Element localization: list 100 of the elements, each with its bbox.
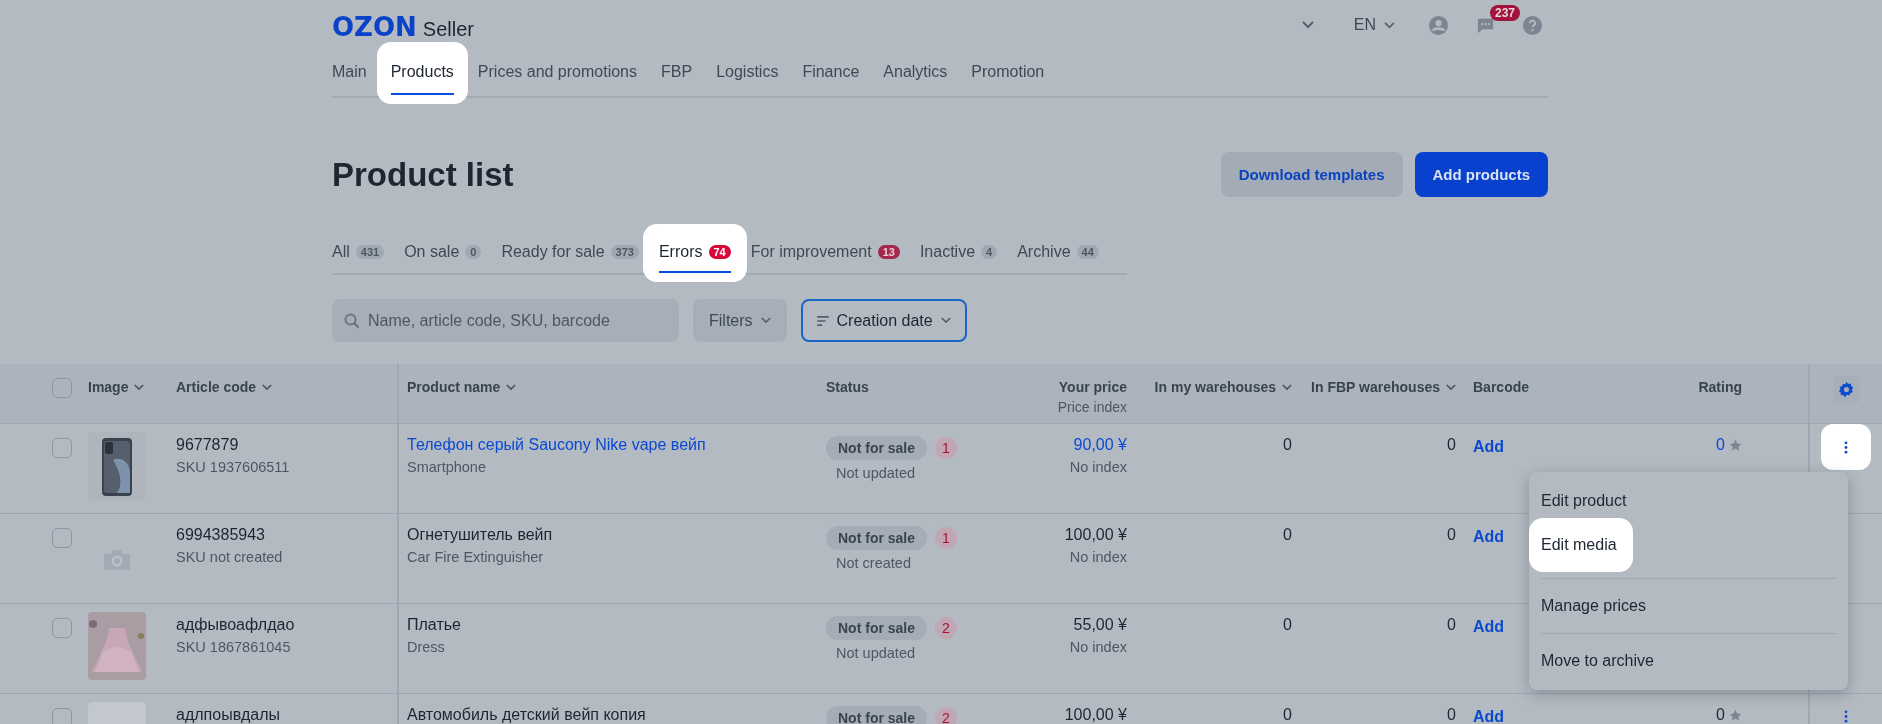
price[interactable]: 90,00 ¥	[1073, 436, 1127, 454]
menu-item[interactable]: Edit product	[1529, 486, 1639, 516]
filter-tab[interactable]: On sale 0	[404, 233, 482, 273]
row-checkbox[interactable]	[52, 708, 72, 724]
product-name: Платье	[407, 616, 461, 634]
settings-button[interactable]	[1832, 376, 1860, 403]
chevron-down-icon	[262, 383, 273, 391]
language-selector[interactable]: EN	[1347, 15, 1401, 35]
status-note: Not updated	[836, 645, 915, 661]
product-name[interactable]: Телефон серый Saucony Nike vape вейп	[407, 436, 706, 454]
stock-count: 0	[1447, 436, 1456, 454]
sku-text: SKU 1937606511	[176, 459, 290, 475]
chevron-down-icon	[1446, 383, 1456, 391]
filter-tab[interactable]: Inactive 4	[919, 233, 998, 273]
status-badge: Not for sale	[826, 436, 927, 460]
add-barcode-link[interactable]: Add	[1473, 618, 1505, 636]
star-icon	[1729, 438, 1742, 452]
download-templates-button[interactable]: Download templates	[1220, 152, 1403, 197]
more-options-button[interactable]	[1821, 424, 1871, 470]
more-icon	[1844, 710, 1848, 723]
column-header[interactable]: Product name	[407, 379, 517, 395]
chevron-down-icon	[506, 383, 517, 391]
add-products-button[interactable]: Add products	[1414, 152, 1548, 197]
price-index: No index	[1069, 459, 1127, 475]
column-header[interactable]: Image	[88, 379, 145, 395]
product-category: Dress	[407, 639, 445, 655]
price: 55,00 ¥	[1073, 616, 1127, 634]
chevron-down-icon	[760, 317, 771, 324]
filters-button[interactable]: Filters	[693, 299, 787, 342]
rating-value[interactable]: 0	[1716, 436, 1725, 454]
star-icon	[1729, 708, 1742, 722]
status-badge: Not for sale	[826, 616, 927, 640]
sort-button[interactable]: Creation date	[800, 299, 967, 342]
logo[interactable]: OZON	[332, 12, 417, 42]
filter-tab[interactable]: Ready for sale 373	[501, 233, 639, 273]
nav-tab[interactable]: Promotion	[971, 51, 1045, 95]
chevron-down-icon	[1282, 383, 1292, 391]
filter-tab[interactable]: Archive 44	[1017, 233, 1099, 273]
add-barcode-link[interactable]: Add	[1473, 438, 1505, 456]
nav-tab[interactable]: Prices and promotions	[477, 51, 637, 95]
notification-badge: 237	[1490, 4, 1521, 21]
add-barcode-link[interactable]: Add	[1473, 708, 1505, 724]
profile-icon[interactable]	[1429, 15, 1448, 35]
status-badge: Not for sale	[826, 706, 927, 724]
rating-value: 0	[1716, 706, 1725, 724]
product-category: Car Fire Extinguisher	[407, 549, 544, 565]
article-code: адлпоывдалы	[176, 706, 281, 724]
column-header[interactable]: Your price	[1058, 379, 1127, 395]
article-code: адфывоафлдао	[176, 616, 295, 634]
count-badge: 74	[708, 245, 731, 259]
product-name: Огнетушитель вейп	[407, 526, 553, 544]
nav-tab[interactable]: Finance	[802, 51, 860, 95]
error-count-badge: 2	[935, 707, 957, 724]
count-badge: 373	[610, 245, 639, 259]
menu-item[interactable]: Move to archive	[1529, 646, 1666, 676]
column-header[interactable]: In my warehouses	[1154, 379, 1292, 395]
sku-text: SKU not created	[176, 549, 283, 565]
article-code: 9677879	[176, 436, 239, 454]
nav-tab[interactable]: Analytics	[883, 51, 948, 95]
add-barcode-link[interactable]: Add	[1473, 528, 1505, 546]
column-header[interactable]: Status	[826, 379, 869, 395]
nav-tab[interactable]: Logistics	[716, 51, 779, 95]
row-checkbox[interactable]	[52, 618, 72, 638]
sort-icon	[816, 315, 829, 326]
nav-tab[interactable]: Main	[332, 51, 367, 95]
row-checkbox[interactable]	[52, 528, 72, 548]
filter-tab[interactable]: All 431	[332, 233, 385, 273]
filter-tab[interactable]: For improvement 13	[750, 233, 900, 273]
article-code: 6994385943	[176, 526, 265, 544]
product-category: Smartphone	[407, 459, 486, 475]
nav-tab[interactable]: FBP	[661, 51, 693, 95]
chevron-down-icon	[940, 317, 951, 324]
column-header[interactable]: Article code	[176, 379, 273, 395]
chevron-down-icon	[1384, 21, 1395, 29]
product-name: Автомобиль детский вейп копия	[407, 706, 646, 724]
sku-text: SKU 1867861045	[176, 639, 291, 655]
price: 100,00 ¥	[1064, 706, 1127, 724]
row-checkbox[interactable]	[52, 438, 72, 458]
error-count-badge: 1	[935, 527, 957, 549]
stock-count: 0	[1283, 616, 1292, 634]
menu-item[interactable]: Manage prices	[1529, 591, 1658, 621]
price-index: No index	[1069, 639, 1127, 655]
logo-subtitle: Seller	[422, 18, 474, 41]
status-note: Not created	[836, 555, 911, 571]
gear-icon	[1837, 381, 1855, 398]
column-header[interactable]: In FBP warehouses	[1311, 379, 1456, 395]
stock-count: 0	[1447, 706, 1456, 724]
column-header[interactable]: Barcode	[1473, 379, 1530, 395]
error-count-badge: 2	[935, 617, 957, 639]
stock-count: 0	[1283, 706, 1292, 724]
column-header[interactable]: Rating	[1698, 379, 1742, 395]
menu-item[interactable]: Edit media	[1529, 518, 1633, 572]
column-subheader: Price index	[1057, 399, 1127, 415]
search-field[interactable]: Name, article code, SKU, barcode	[332, 299, 679, 342]
select-all-checkbox[interactable]	[52, 378, 72, 398]
chevron-down-icon[interactable]	[1301, 21, 1314, 29]
count-badge: 44	[1076, 245, 1099, 259]
help-icon[interactable]	[1523, 15, 1542, 35]
chevron-down-icon	[134, 383, 145, 391]
price: 100,00 ¥	[1064, 526, 1127, 544]
